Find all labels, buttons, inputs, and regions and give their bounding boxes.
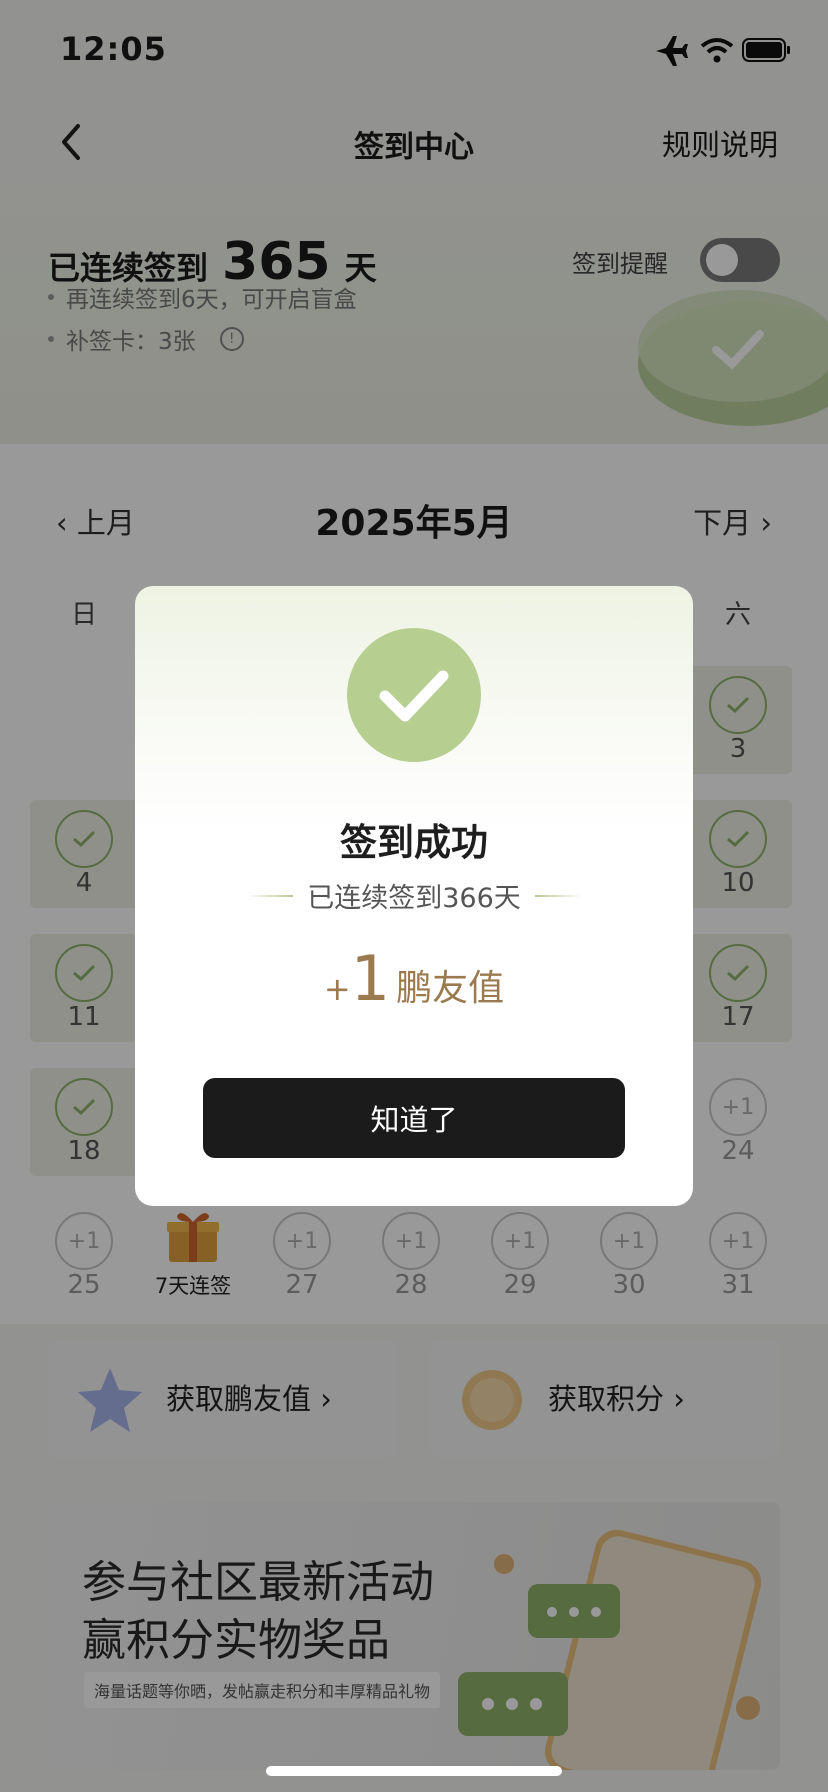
dialog-subtitle: 已连续签到366天 <box>135 876 693 915</box>
divider-line-right <box>534 894 581 897</box>
reward-number: 1 <box>350 942 391 1015</box>
success-check-icon <box>347 628 481 762</box>
home-indicator[interactable] <box>266 1766 562 1776</box>
dialog-subtitle-text: 已连续签到366天 <box>307 883 521 914</box>
dialog-title: 签到成功 <box>340 821 488 864</box>
reward-plus: + <box>323 970 351 1008</box>
confirm-button[interactable]: 知道了 <box>203 1078 625 1158</box>
divider-line-left <box>247 894 294 897</box>
reward-amount: + 1 鹏友值 <box>135 942 693 1015</box>
reward-unit: 鹏友值 <box>396 968 505 1009</box>
checkin-success-dialog: 签到成功 已连续签到366天 + 1 鹏友值 知道了 <box>135 586 693 1206</box>
